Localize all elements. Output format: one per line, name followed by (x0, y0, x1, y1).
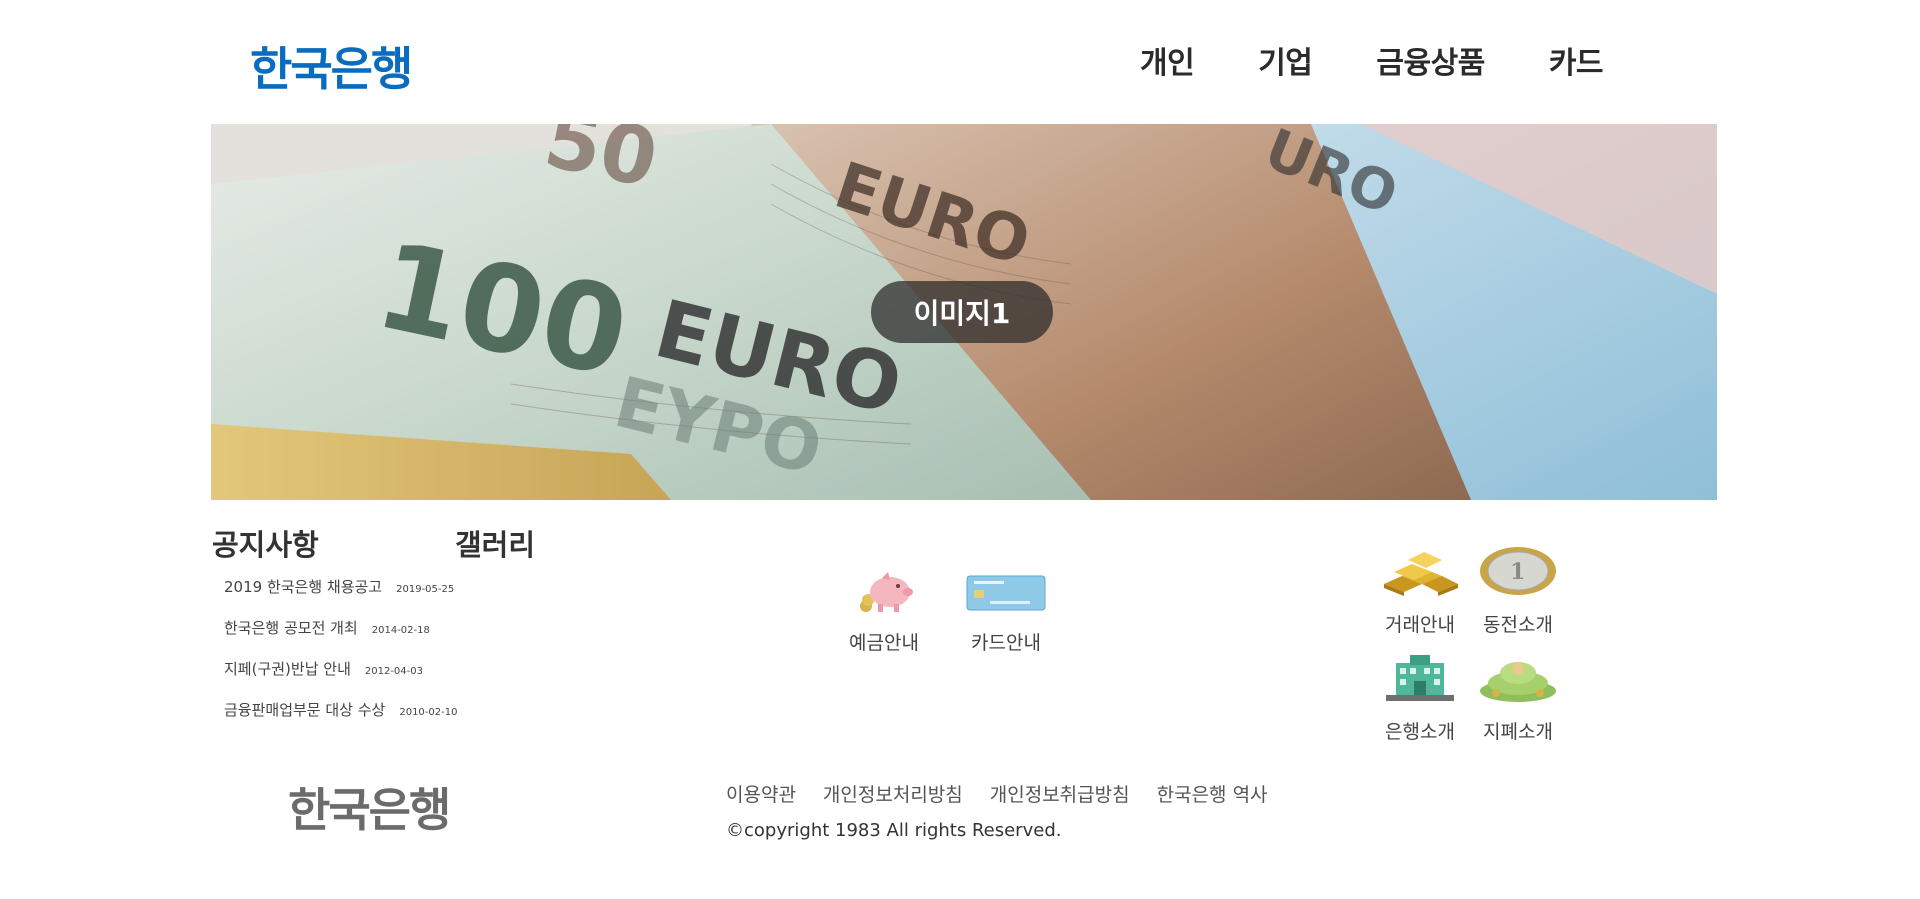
quick-link-label: 예금안내 (849, 632, 919, 654)
footer-link-history[interactable]: 한국은행 역사 (1157, 780, 1268, 807)
quick-link-label: 지폐소개 (1483, 721, 1553, 743)
nav-item-card[interactable]: 카드 (1549, 38, 1604, 82)
notice-date: 2019-05-25 (396, 584, 455, 595)
quick-link-bank[interactable]: 은행소개 (1380, 653, 1460, 744)
notice-date: 2010-02-10 (399, 707, 458, 718)
notice-title[interactable]: 지페(구권)반납 안내 (224, 658, 351, 679)
brand-logo[interactable]: 한국은행 (250, 33, 413, 99)
main-nav: 개인 기업 금융상품 카드 (1140, 38, 1604, 82)
hero-banner: 100 EURO EYPO EURO 50 URO 이미지1 (211, 124, 1717, 500)
quick-link-deposit[interactable]: 예금안내 (849, 570, 919, 655)
credit-card-icon (966, 575, 1046, 611)
quick-link-trade[interactable]: 거래안내 (1380, 546, 1460, 637)
footer-links: 이용약관 개인정보처리방침 개인정보취급방침 한국은행 역사 (726, 780, 1268, 807)
quick-link-label: 카드안내 (971, 632, 1041, 654)
banner-caption: 이미지1 (871, 281, 1053, 343)
footer-logo: 한국은행 (288, 783, 451, 837)
copyright-text: ©copyright 1983 All rights Reserved. (726, 820, 1062, 841)
notice-date: 2012-04-03 (364, 666, 423, 677)
notice-title[interactable]: 한국은행 공모전 개최 (224, 617, 358, 638)
quick-link-label: 거래안내 (1385, 614, 1455, 636)
svg-text:1: 1 (1510, 559, 1525, 585)
money-pile-icon (1480, 662, 1556, 702)
tab-notice[interactable]: 공지사항 (212, 522, 319, 564)
notice-date: 2014-02-18 (371, 625, 430, 636)
nav-item-personal[interactable]: 개인 (1140, 38, 1195, 82)
nav-item-products[interactable]: 금융상품 (1376, 38, 1485, 82)
bank-building-icon (1386, 655, 1454, 701)
notice-title[interactable]: 금융판매업부문 대상 수상 (224, 699, 385, 720)
list-item[interactable]: 금융판매업부문 대상 수상 2010-02-10 (224, 699, 457, 740)
quick-link-card[interactable]: 카드안내 (966, 570, 1046, 655)
notice-list: 2019 한국은행 채용공고 2019-05-25 한국은행 공모전 개최 20… (224, 576, 457, 740)
list-item[interactable]: 지페(구권)반납 안내 2012-04-03 (224, 658, 457, 699)
notice-title[interactable]: 2019 한국은행 채용공고 (224, 576, 382, 597)
quick-link-label: 은행소개 (1385, 721, 1455, 743)
quick-link-coin[interactable]: 1 동전소개 (1478, 546, 1558, 637)
footer-link-privacy-handling[interactable]: 개인정보취급방침 (990, 780, 1130, 807)
quick-link-label: 동전소개 (1483, 614, 1553, 636)
nav-item-business[interactable]: 기업 (1258, 38, 1313, 82)
footer-link-privacy-policy[interactable]: 개인정보처리방침 (823, 780, 963, 807)
tab-gallery[interactable]: 갤러리 (455, 522, 535, 564)
footer-link-terms[interactable]: 이용약관 (726, 780, 796, 807)
piggy-bank-icon (859, 572, 913, 612)
list-item[interactable]: 한국은행 공모전 개최 2014-02-18 (224, 617, 457, 658)
list-item[interactable]: 2019 한국은행 채용공고 2019-05-25 (224, 576, 457, 617)
euro-coin-icon: 1 (1480, 547, 1556, 595)
gold-bars-icon (1384, 552, 1458, 596)
quick-link-bill[interactable]: 지폐소개 (1478, 653, 1558, 744)
